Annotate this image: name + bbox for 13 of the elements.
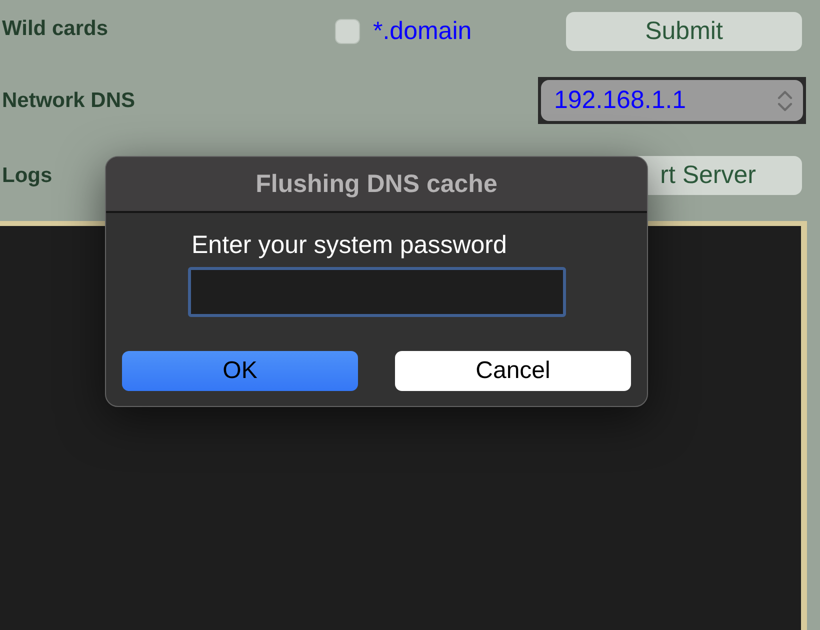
submit-button[interactable]: Submit <box>566 12 802 51</box>
password-prompt: Enter your system password <box>190 230 508 260</box>
dns-select[interactable]: 192.168.1.1 <box>541 80 803 121</box>
checkbox[interactable] <box>335 19 360 44</box>
ok-button[interactable]: OK <box>122 351 358 391</box>
password-field[interactable] <box>188 267 566 317</box>
field-label: Network DNS <box>1 88 136 114</box>
checkbox-label[interactable]: *.domain <box>373 19 472 44</box>
field-label: Logs <box>1 162 52 189</box>
cancel-button[interactable]: Cancel <box>395 351 631 391</box>
dialog-title: Flushing DNS cache <box>256 172 498 196</box>
field-label: Wild cards <box>1 16 110 42</box>
up-down-chevron-icon <box>777 88 793 112</box>
